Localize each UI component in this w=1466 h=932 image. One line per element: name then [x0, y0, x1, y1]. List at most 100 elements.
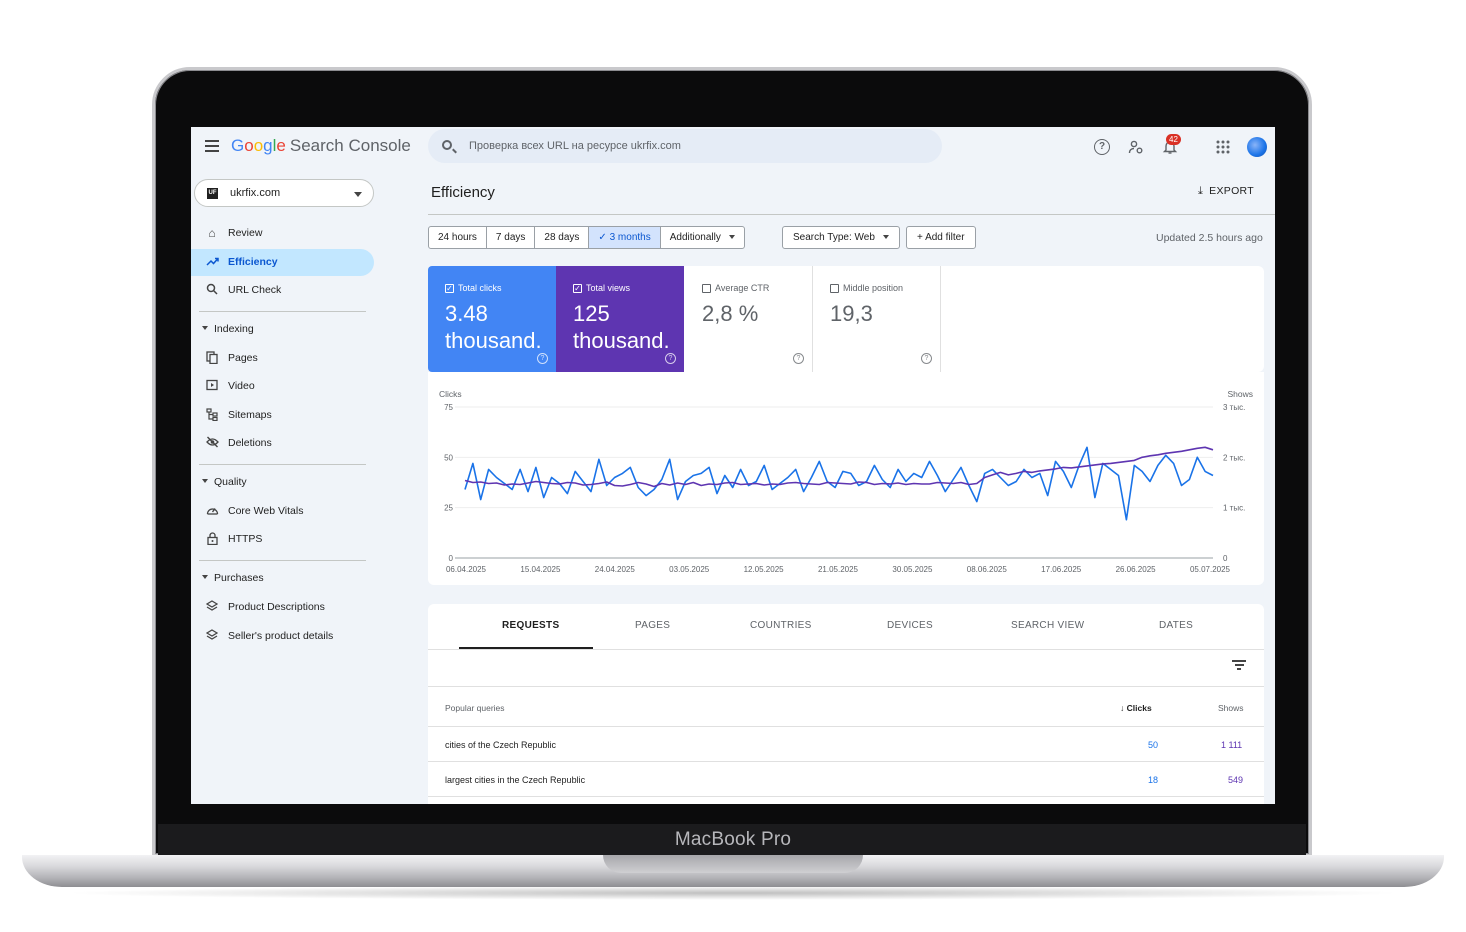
last-updated-text: Updated 2.5 hours ago — [1156, 232, 1263, 244]
apps-grid-icon[interactable] — [1215, 139, 1231, 155]
help-icon[interactable]: ? — [1094, 139, 1110, 155]
sidebar-item-sellers-product-details[interactable]: Seller's product details — [191, 623, 374, 650]
sidebar-item-efficiency[interactable]: Efficiency — [191, 249, 374, 276]
sidebar-item-pages[interactable]: Pages — [191, 345, 374, 372]
range-24-hours[interactable]: 24 hours — [429, 227, 487, 248]
metric-total-views[interactable]: ✓ Total views 125 thousand. ? — [556, 266, 684, 372]
add-filter-label: Add filter — [925, 232, 965, 243]
metric-label: Average CTR — [715, 283, 770, 293]
help-icon[interactable]: ? — [793, 353, 804, 364]
x-tick-label: 26.06.2025 — [1116, 565, 1157, 574]
app-header: Google Search Console Проверка всех URL н… — [191, 127, 1275, 167]
table-row-query[interactable]: largest cities in the Czech Republic — [445, 775, 585, 785]
logo-letter: o — [253, 136, 264, 155]
checkbox-icon[interactable] — [702, 284, 711, 293]
chart-svg: Clicks Shows 75 50 25 0 3 тыс. 2 тыс. 1 тыс. 0 06.… — [439, 389, 1253, 574]
x-tick-label: 30.05.2025 — [892, 565, 933, 574]
y-tick-label-right: 2 тыс. — [1223, 453, 1245, 462]
sidebar-item-product-descriptions[interactable]: Product Descriptions — [191, 594, 374, 621]
sidebar-item-deletions[interactable]: Deletions — [191, 430, 374, 457]
product-name: Search Console — [289, 136, 411, 155]
y-tick-label-left: 25 — [444, 504, 453, 513]
range-label: Additionally — [669, 232, 721, 243]
range-additionally-dropdown[interactable]: Additionally — [661, 227, 744, 248]
tab-devices[interactable]: DEVICES — [887, 620, 933, 631]
tab-search-view[interactable]: SEARCH VIEW — [1011, 620, 1084, 631]
sidebar-divider — [199, 311, 366, 312]
screen: Google Search Console Проверка всех URL н… — [191, 127, 1275, 804]
column-header-clicks[interactable]: ↓ Clicks — [1120, 703, 1152, 713]
visibility-off-icon — [205, 436, 219, 450]
caret-down-icon — [202, 479, 208, 483]
x-tick-label: 21.05.2025 — [818, 565, 859, 574]
filter-list-icon[interactable] — [1232, 660, 1246, 670]
help-icon[interactable]: ? — [921, 353, 932, 364]
range-28-days[interactable]: 28 days — [535, 227, 590, 248]
search-type-filter[interactable]: Search Type: Web — [782, 226, 900, 249]
url-inspection-search[interactable]: Проверка всех URL на ресурсе ukrfix.com — [428, 129, 942, 163]
add-filter-button[interactable]: + Add filter — [906, 226, 976, 249]
sitemap-icon — [205, 408, 219, 422]
y-tick-label-right: 0 — [1223, 554, 1228, 563]
x-tick-label: 08.06.2025 — [967, 565, 1008, 574]
metric-average-ctr[interactable]: Average CTR 2,8 % ? — [685, 266, 813, 372]
export-label: EXPORT — [1209, 185, 1254, 197]
metric-label: Total clicks — [458, 283, 502, 293]
checkbox-checked-icon[interactable]: ✓ — [573, 284, 582, 293]
video-icon — [205, 379, 219, 393]
sidebar-divider — [199, 464, 366, 465]
metric-middle-position[interactable]: Middle position 19,3 ? — [813, 266, 941, 372]
menu-icon[interactable] — [205, 140, 219, 152]
checkbox-checked-icon[interactable]: ✓ — [445, 284, 454, 293]
range-3-months[interactable]: ✓ 3 months — [589, 227, 661, 248]
product-logo[interactable]: Google Search Console — [231, 136, 411, 156]
sidebar-section-quality[interactable]: Quality — [191, 473, 374, 493]
tab-pages[interactable]: PAGES — [635, 620, 670, 631]
sidebar-item-video[interactable]: Video — [191, 373, 374, 400]
table-row-shows: 1 111 — [1221, 740, 1243, 750]
sidebar-item-core-web-vitals[interactable]: Core Web Vitals — [191, 498, 374, 525]
range-7-days[interactable]: 7 days — [487, 227, 536, 248]
sidebar-section-indexing[interactable]: Indexing — [191, 320, 374, 340]
tab-requests[interactable]: REQUESTS — [502, 620, 559, 631]
sidebar-item-label: Video — [228, 380, 255, 392]
metric-value: 19,3 — [830, 301, 873, 326]
tab-countries[interactable]: COUNTRIES — [750, 620, 812, 631]
date-range-selector: 24 hours 7 days 28 days ✓ 3 months Addit… — [428, 226, 745, 249]
search-icon — [205, 283, 219, 297]
y-axis-title-left: Clicks — [439, 389, 462, 399]
user-gear-icon[interactable] — [1128, 139, 1144, 155]
property-logo: UF — [207, 188, 218, 199]
export-button[interactable]: ⤓ EXPORT — [1198, 185, 1254, 198]
speed-icon — [205, 504, 219, 518]
laptop-shadow — [60, 886, 1406, 900]
metric-value: 2,8 % — [702, 301, 759, 326]
search-icon — [442, 140, 452, 150]
tab-dates[interactable]: DATES — [1159, 620, 1193, 631]
checkbox-icon[interactable] — [830, 284, 839, 293]
sidebar-item-label: Seller's product details — [228, 630, 334, 642]
y-tick-label-left: 50 — [444, 453, 453, 462]
y-tick-label-right: 3 тыс. — [1223, 403, 1245, 412]
avatar[interactable] — [1247, 137, 1267, 157]
section-label: Indexing — [214, 323, 254, 335]
logo-letter: g — [263, 136, 273, 155]
property-selector[interactable]: UF ukrfix.com — [194, 179, 374, 207]
sidebar-item-https[interactable]: HTTPS — [191, 526, 374, 553]
sidebar-item-label: Product Descriptions — [228, 601, 325, 613]
plus-icon: + — [917, 232, 926, 243]
sidebar-item-label: Core Web Vitals — [228, 505, 304, 517]
sidebar-item-url-check[interactable]: URL Check — [191, 277, 374, 304]
help-icon[interactable]: ? — [537, 353, 548, 364]
metric-total-clicks[interactable]: ✓ Total clicks 3.48 thousand. ? — [428, 266, 556, 372]
help-icon[interactable]: ? — [665, 353, 676, 364]
sidebar-item-review[interactable]: ⌂ Review — [191, 220, 374, 247]
table-row-query[interactable]: cities of the Czech Republic — [445, 740, 556, 750]
tabs-divider — [428, 649, 1264, 650]
caret-down-icon — [202, 326, 208, 330]
search-input[interactable]: Проверка всех URL на ресурсе ukrfix.com — [469, 140, 681, 152]
sidebar-section-purchases[interactable]: Purchases — [191, 569, 374, 589]
x-tick-label: 03.05.2025 — [669, 565, 710, 574]
column-header-shows[interactable]: Shows — [1218, 703, 1244, 713]
sidebar-item-sitemaps[interactable]: Sitemaps — [191, 402, 374, 429]
